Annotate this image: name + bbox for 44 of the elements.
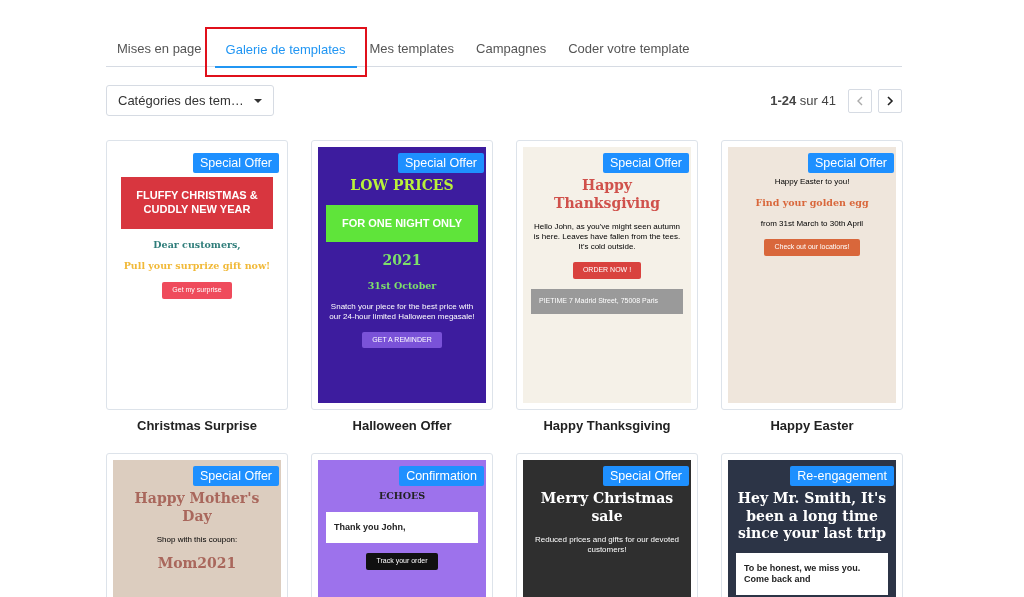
tab[interactable]: Campagnes — [465, 35, 558, 67]
preview-text: Find your golden egg — [755, 197, 869, 209]
chevron-right-icon — [886, 95, 894, 106]
category-badge: Re-engagement — [790, 466, 894, 486]
preview-text: Thank you John, — [326, 511, 478, 544]
preview-text: Pull your surprize gift now! — [123, 260, 271, 273]
category-badge: Confirmation — [399, 466, 484, 486]
preview-text: LOW PRICES — [350, 177, 454, 195]
preview-text: Reduced prices and gifts for our devoted customers! — [533, 535, 681, 555]
preview-text: Happy Mother's Day — [133, 490, 261, 525]
preview-text: To be honest, we miss you. Come back and — [736, 552, 888, 595]
template-name: Happy Easter — [770, 418, 854, 433]
preview-text: Hello John, as you've might seen autumn is here. Leaves have fallen from the tees. It's cold outside. — [532, 222, 682, 252]
preview-text: Hey Mr. Smith, It's been a long time since your last trip — [736, 490, 888, 543]
caret-icon — [253, 98, 262, 103]
preview-text: Shop with this coupon: — [156, 535, 238, 545]
template-name: Halloween Offer — [352, 418, 452, 433]
preview-text: FLUFFY CHRISTMAS & CUDDLY NEW YEAR — [121, 177, 273, 229]
preview-text: FOR ONE NIGHT ONLY — [326, 204, 478, 243]
template-name: Christmas Surprise — [137, 418, 257, 433]
tab[interactable]: Mises en page — [106, 35, 213, 67]
preview-text: Happy Thanksgiving — [553, 177, 661, 212]
preview-text: 2021 — [382, 252, 422, 270]
category-badge: Special Offer — [807, 153, 894, 173]
preview-text: Mom2021 — [157, 555, 237, 573]
preview-text: Happy Easter to you! — [774, 177, 850, 187]
category-badge: Special Offer — [602, 466, 689, 486]
preview-text: Dear customers, — [153, 238, 241, 251]
preview-text: 31st October — [367, 279, 437, 292]
preview-text: ECHOES — [378, 490, 426, 502]
preview-text: from 31st March to 30th April — [760, 218, 864, 229]
category-badge: Special Offer — [192, 153, 279, 173]
category-badge: Special Offer — [397, 153, 484, 173]
template-name: Happy Thanksgiving — [543, 418, 671, 433]
category-badge: Special Offer — [192, 466, 279, 486]
preview-text: Merry Christmas sale — [539, 490, 675, 525]
tab[interactable]: Coder votre template — [557, 35, 701, 67]
tab[interactable]: Mes templates — [358, 35, 466, 67]
chevron-left-icon — [856, 95, 864, 106]
category-badge: Special Offer — [602, 153, 689, 173]
category-dropdown[interactable]: Catégories des tem… — [106, 85, 274, 116]
next-page-button[interactable] — [878, 88, 902, 113]
preview-text: Snatch your piece for the best price with our 24-hour limited Halloween megasale! — [328, 301, 476, 322]
pagination-range: 1-24 sur 41 — [770, 93, 836, 108]
